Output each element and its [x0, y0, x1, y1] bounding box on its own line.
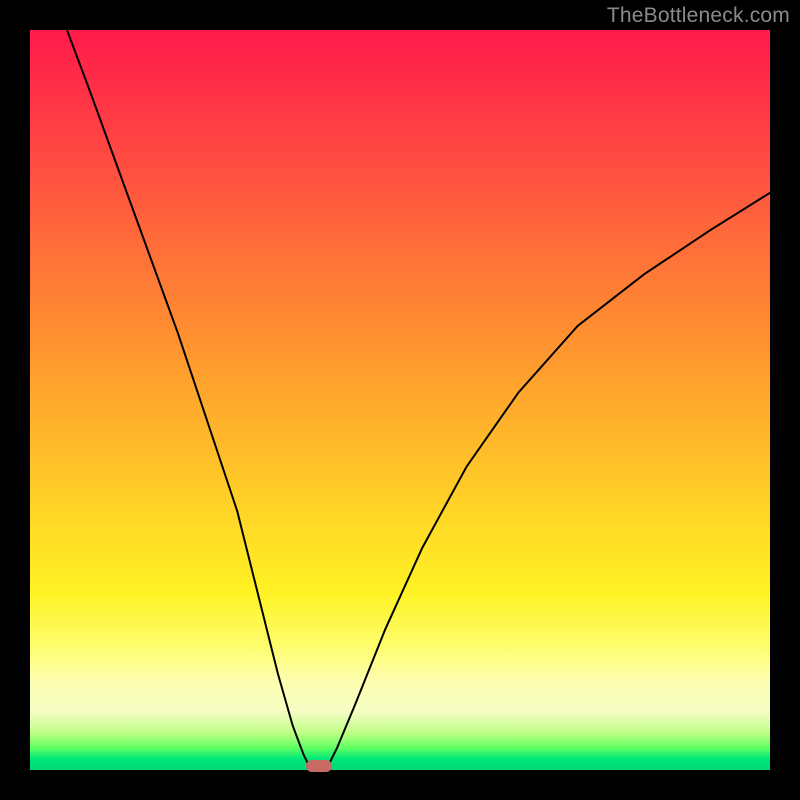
plot-area: [30, 30, 770, 770]
watermark-text: TheBottleneck.com: [607, 4, 790, 28]
curve-right: [326, 193, 770, 770]
min-marker: [306, 760, 332, 772]
curve-layer: [30, 30, 770, 770]
chart-frame: TheBottleneck.com: [0, 0, 800, 800]
curve-left: [67, 30, 311, 770]
